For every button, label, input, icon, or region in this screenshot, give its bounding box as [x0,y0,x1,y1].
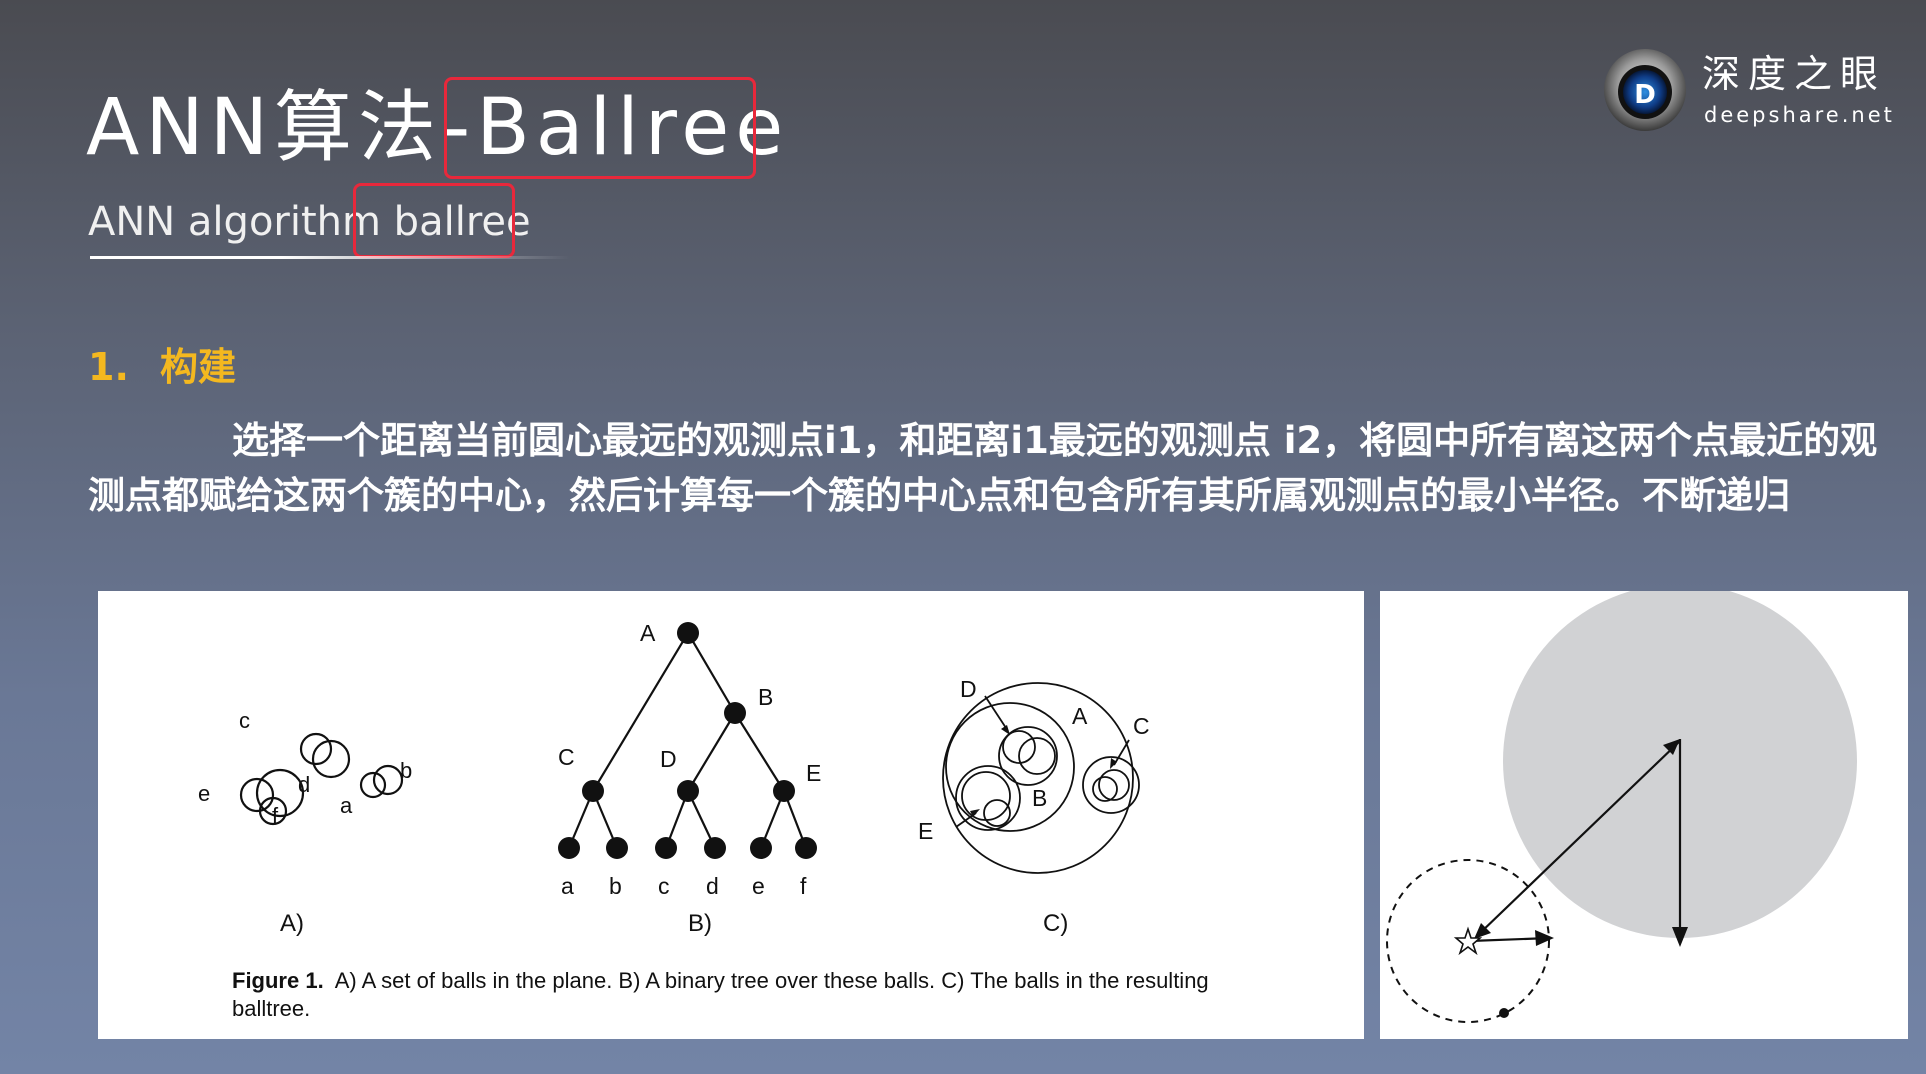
body-paragraph: 选择一个距离当前圆心最远的观测点i1，和距离i1最远的观测点 i2，将圆中所有离… [88,419,1878,517]
figure-caption: Figure 1. A) A set of balls in the plane… [232,967,1232,1023]
panel-a-balls [239,732,404,826]
figure-caption-text: A) A set of balls in the plane. B) A bin… [232,968,1209,1021]
ball-label-c: C [1133,713,1150,739]
leaf-label-b: b [609,873,622,899]
figure-caption-label: Figure 1. [232,968,324,993]
balltree-figure-panel: c d e f a b A) A B C D E a b c d e f B) … [98,591,1364,1039]
brand-name: 深度之眼 [1702,52,1887,96]
title-underline [90,256,570,259]
label-a-b: b [400,758,412,783]
label-a-f: f [272,803,279,828]
svg-text:D: D [1634,80,1656,110]
ball-distance-panel [1380,591,1908,1039]
eye-d-logo-icon: D [1604,49,1686,131]
section-number: 1. [88,345,129,389]
ball-label-e: E [918,818,933,844]
caption-b: B) [688,910,712,937]
leaf-label-e: e [752,873,765,899]
node-label-b: B [758,684,773,710]
node-label-c: C [558,744,575,770]
caption-a: A) [280,910,304,937]
query-point-star-icon [1453,926,1483,956]
node-label-e: E [806,760,821,786]
label-a-a: a [340,793,353,818]
label-a-d: d [298,772,310,797]
node-label-d: D [660,746,677,772]
leaf-label-d: d [706,873,719,899]
label-a-c: c [239,708,250,733]
ball-label-d: D [960,676,977,702]
section-heading: 1. 构建 [88,343,236,391]
leaf-label-c: c [658,873,670,899]
ball-label-b: B [1032,785,1047,811]
panel-c-balls [942,682,1140,874]
ball-label-a: A [1072,703,1088,729]
ball-distance-diagram [1386,591,1857,1023]
brand-site: deepshare.net [1704,103,1895,127]
leaf-label-f: f [800,873,807,899]
leaf-label-a: a [561,873,574,899]
panel-b-tree-edges [567,632,808,849]
nearest-point [1499,1008,1509,1018]
node-label-a: A [640,620,656,646]
section-title: 构建 [160,345,237,389]
subtitle-highlight-box [353,183,515,258]
title-highlight-box [444,77,756,179]
caption-c: C) [1043,910,1068,937]
label-a-e: e [198,781,210,806]
panel-b-tree-nodes [558,622,817,859]
